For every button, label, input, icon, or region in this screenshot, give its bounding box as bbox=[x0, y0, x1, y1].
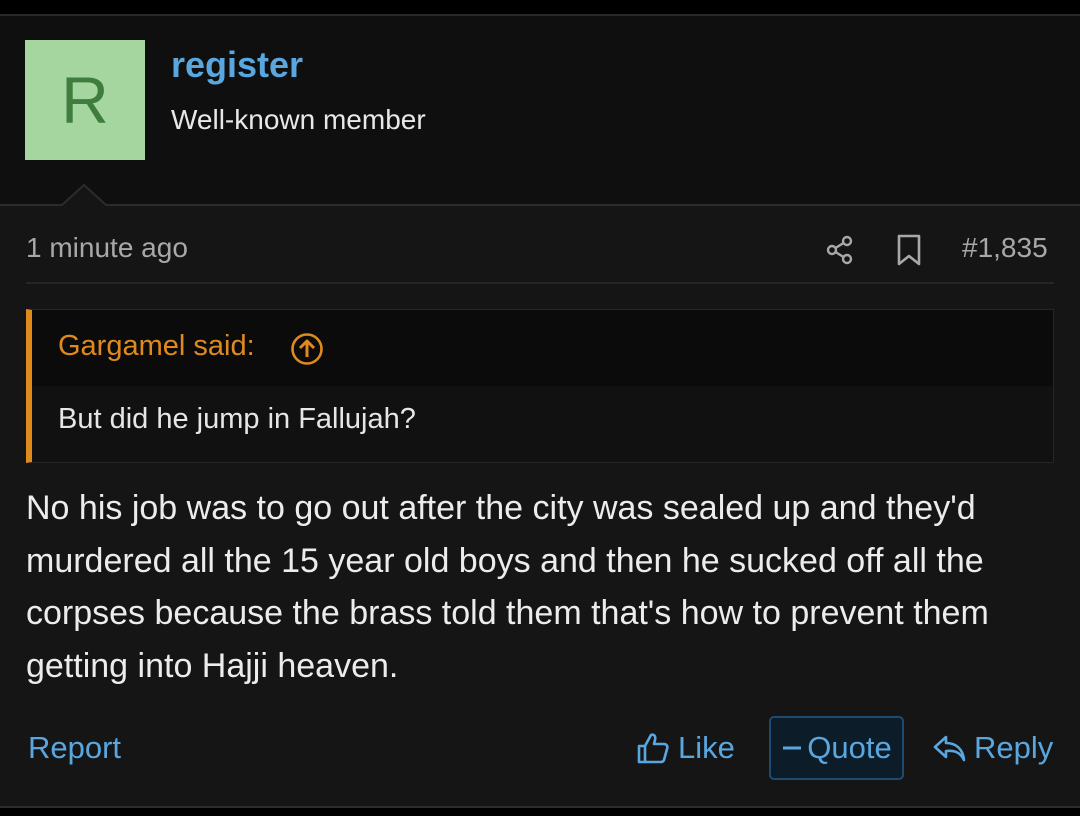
top-bar bbox=[0, 0, 1080, 14]
reply-button[interactable]: Reply bbox=[932, 730, 1053, 766]
post-number-link[interactable]: #1,835 bbox=[962, 232, 1048, 264]
avatar-letter: R bbox=[61, 63, 109, 137]
user-header: R register Well-known member bbox=[0, 16, 1080, 206]
username-link[interactable]: register bbox=[171, 44, 303, 86]
quote-label: Quote bbox=[807, 730, 892, 765]
like-button[interactable]: Like bbox=[636, 730, 735, 766]
message-body: No his job was to go out after the city … bbox=[26, 489, 989, 685]
share-icon[interactable] bbox=[824, 234, 856, 266]
arrow-up-circle-icon[interactable] bbox=[290, 332, 324, 366]
bottom-bar bbox=[0, 808, 1080, 816]
user-title: Well-known member bbox=[171, 104, 426, 135]
bookmark-icon[interactable] bbox=[896, 234, 922, 266]
post: 1 minute ago #1,835 Gargamel said: But d… bbox=[0, 206, 1080, 808]
post-time[interactable]: 1 minute ago bbox=[26, 232, 188, 264]
quote-author[interactable]: Gargamel said: bbox=[58, 330, 255, 363]
like-label: Like bbox=[678, 730, 735, 765]
reply-label: Reply bbox=[974, 730, 1054, 765]
meta-divider bbox=[26, 282, 1054, 284]
report-button[interactable]: Report bbox=[28, 730, 121, 766]
avatar[interactable]: R bbox=[25, 40, 145, 160]
quote-text: But did he jump in Fallujah? bbox=[58, 403, 416, 435]
quote-block: Gargamel said: But did he jump in Falluj… bbox=[26, 309, 1054, 463]
thumbs-up-icon bbox=[637, 733, 669, 764]
minus-icon bbox=[783, 746, 802, 750]
quote-header: Gargamel said: bbox=[32, 310, 1053, 386]
pointer-arrow bbox=[62, 184, 106, 206]
quote-button[interactable]: Quote bbox=[769, 716, 904, 780]
reply-icon bbox=[933, 735, 966, 762]
